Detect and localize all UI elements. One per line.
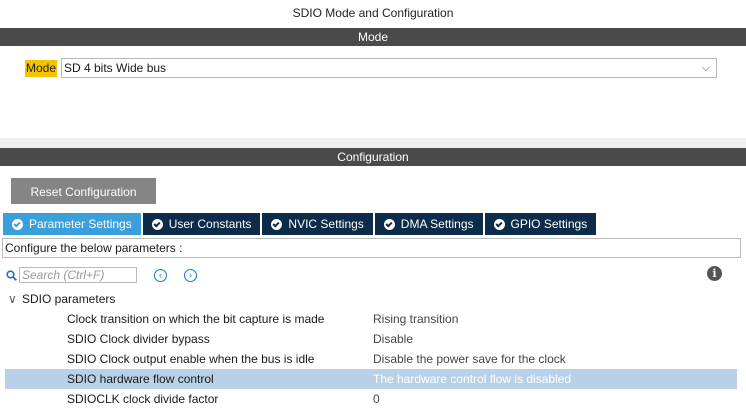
search-next-icon[interactable]: › <box>184 268 197 282</box>
search-bar: Search (Ctrl+F) ‹ › <box>6 266 197 284</box>
group-sdio-parameters[interactable]: ∨ SDIO parameters <box>8 291 115 307</box>
parameter-name: SDIO hardware flow control <box>67 372 214 386</box>
config-tabs: Parameter Settings User Constants NVIC S… <box>3 213 598 235</box>
parameter-value[interactable]: Rising transition <box>373 309 458 329</box>
parameter-value[interactable]: Disable <box>373 329 413 349</box>
window-title: SDIO Mode and Configuration <box>292 6 454 20</box>
tab-label: User Constants <box>168 217 252 231</box>
check-circle-icon <box>383 218 395 230</box>
group-label: SDIO parameters <box>22 292 116 306</box>
mode-select[interactable]: SD 4 bits Wide bus ⌵ <box>61 58 717 78</box>
info-icon[interactable]: i <box>707 266 722 281</box>
mode-header: Mode <box>0 28 746 46</box>
mode-select-value: SD 4 bits Wide bus <box>64 61 167 75</box>
configure-description: Configure the below parameters : <box>2 238 741 258</box>
parameter-row[interactable]: SDIOCLK clock divide factor 0 <box>5 389 737 409</box>
tab-user-constants[interactable]: User Constants <box>142 213 261 235</box>
parameter-value[interactable]: 0 <box>373 389 380 409</box>
configuration-header: Configuration <box>0 148 746 166</box>
parameter-row[interactable]: Clock transition on which the bit captur… <box>5 309 737 329</box>
parameter-name: Clock transition on which the bit captur… <box>67 312 325 326</box>
mode-label: Mode <box>25 60 58 77</box>
parameter-row-selected[interactable]: SDIO hardware flow control The hardware … <box>5 369 737 389</box>
tab-label: NVIC Settings <box>288 217 364 231</box>
tab-label: Parameter Settings <box>29 217 132 231</box>
tab-nvic-settings[interactable]: NVIC Settings <box>262 213 373 235</box>
check-circle-icon <box>151 218 163 230</box>
search-icon[interactable] <box>6 269 17 281</box>
chevron-down-icon[interactable]: ⌵ <box>702 59 710 77</box>
search-previous-icon[interactable]: ‹ <box>154 268 167 282</box>
chevron-down-icon[interactable]: ∨ <box>8 291 18 307</box>
section-divider <box>0 138 746 148</box>
tab-label: DMA Settings <box>400 217 474 231</box>
check-circle-icon <box>493 218 505 230</box>
tab-dma-settings[interactable]: DMA Settings <box>374 213 483 235</box>
tab-label: GPIO Settings <box>510 217 588 231</box>
parameter-value[interactable]: Disable the power save for the clock <box>373 349 566 369</box>
check-circle-icon <box>12 218 23 230</box>
reset-configuration-button[interactable]: Reset Configuration <box>11 178 156 204</box>
parameter-row[interactable]: SDIO Clock divider bypass Disable <box>5 329 737 349</box>
parameter-name: SDIO Clock divider bypass <box>67 332 210 346</box>
parameter-name: SDIO Clock output enable when the bus is… <box>67 352 315 366</box>
parameter-value[interactable]: The hardware control flow is disabled <box>373 369 571 389</box>
tab-gpio-settings[interactable]: GPIO Settings <box>484 213 597 235</box>
check-circle-icon <box>271 218 283 230</box>
tab-parameter-settings[interactable]: Parameter Settings <box>3 213 141 235</box>
parameter-name: SDIOCLK clock divide factor <box>67 392 219 406</box>
parameter-row[interactable]: SDIO Clock output enable when the bus is… <box>5 349 737 369</box>
search-input[interactable]: Search (Ctrl+F) <box>19 267 137 283</box>
